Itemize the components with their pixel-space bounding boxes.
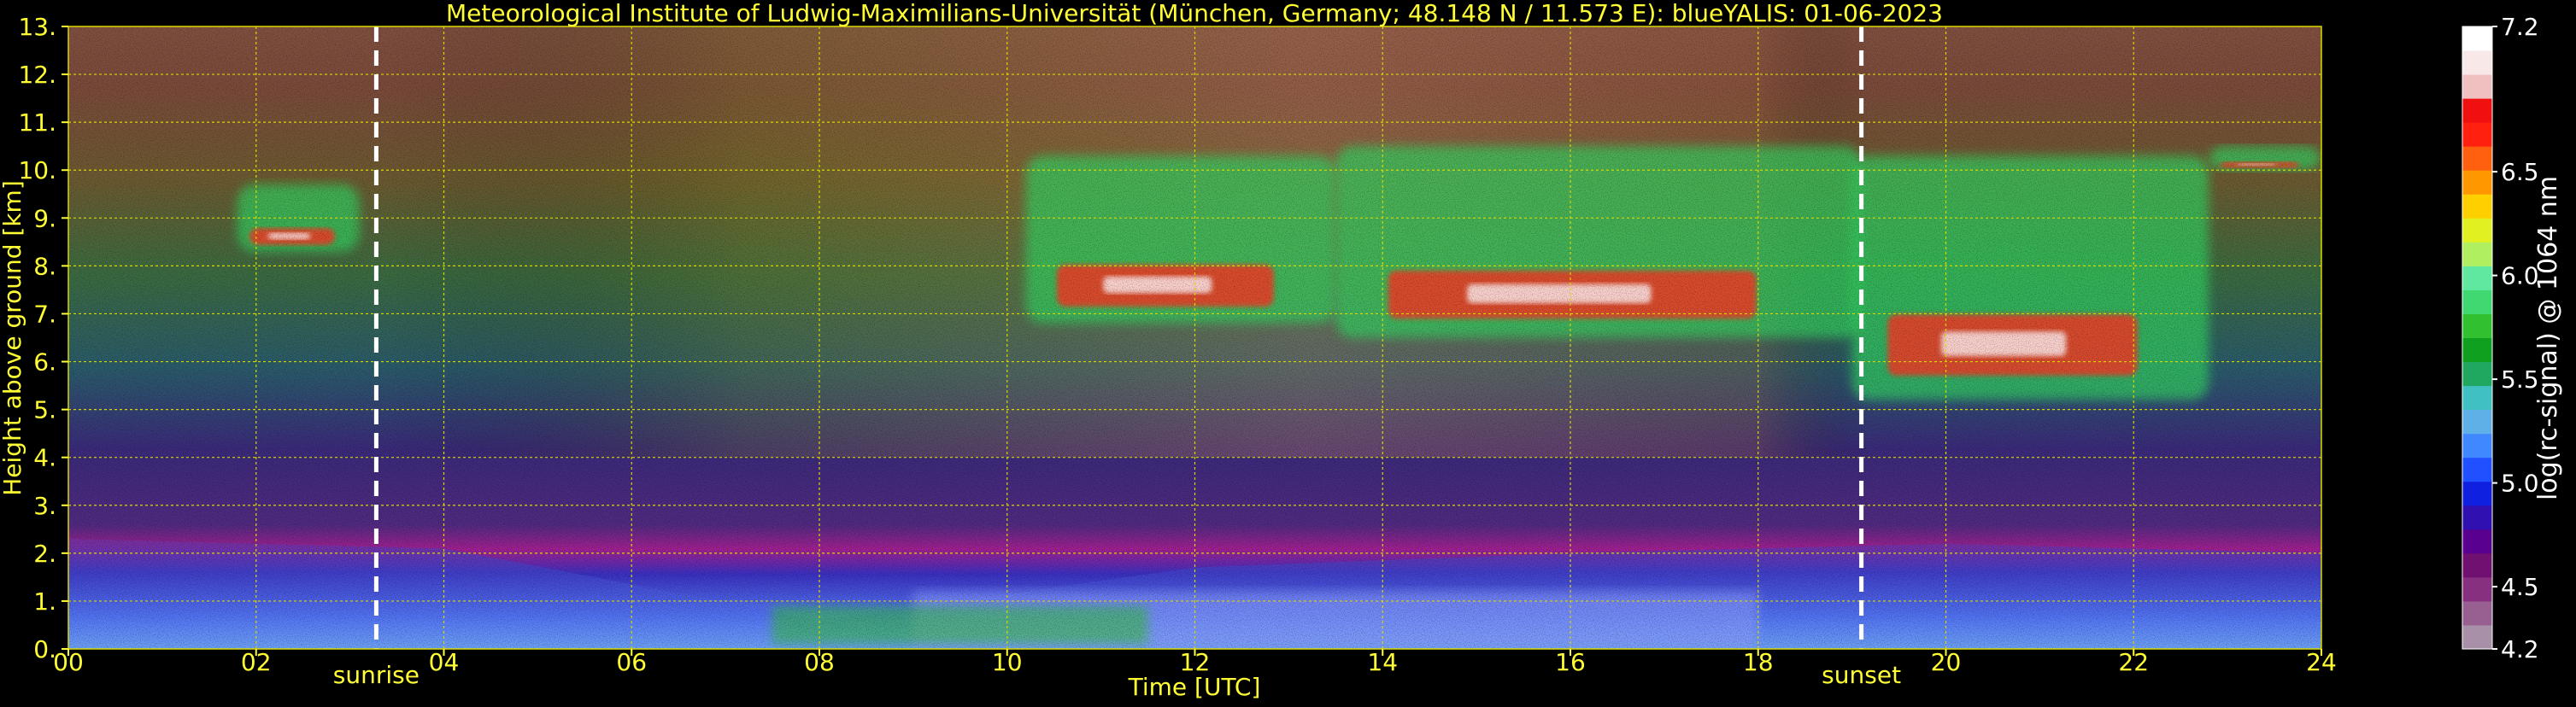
colorbar-segment — [2462, 552, 2492, 578]
colorbar-tick-label: 4.5 — [2501, 573, 2539, 601]
colorbar-segment — [2462, 26, 2492, 51]
y-tick-label: 7. — [33, 300, 56, 328]
y-tick-label: 4. — [33, 444, 56, 472]
colorbar-segment — [2462, 505, 2492, 530]
x-tick-label: 20 — [1931, 648, 1962, 676]
colorbar: 4.24.55.05.56.06.57.2 — [2462, 13, 2539, 663]
y-tick-label: 0. — [33, 635, 56, 663]
y-axis-label: Height above ground [km] — [0, 180, 26, 496]
colorbar-segment — [2462, 624, 2492, 650]
y-tick-label: 8. — [33, 252, 56, 280]
y-tick-label: 5. — [33, 396, 56, 424]
x-tick-label: 08 — [804, 648, 835, 676]
colorbar-segment — [2462, 170, 2492, 195]
y-tick-label: 13. — [18, 13, 56, 41]
colorbar-segment — [2462, 481, 2492, 506]
x-tick-label: 02 — [241, 648, 272, 676]
colorbar-segment — [2462, 266, 2492, 290]
x-tick-label: 10 — [992, 648, 1023, 676]
colorbar-segment — [2462, 50, 2492, 75]
colorbar-segment — [2462, 218, 2492, 242]
colorbar-segment — [2462, 194, 2492, 219]
lidar-chart: sunrise sunset 00 02 04 06 08 10 12 14 16 18 20 22 24… — [0, 0, 2576, 704]
x-tick-label: 24 — [2306, 648, 2337, 676]
colorbar-segment — [2462, 433, 2492, 459]
colorbar-tick-label: 7.2 — [2501, 13, 2539, 41]
y-tick-label: 2. — [33, 540, 56, 568]
colorbar-segment — [2462, 74, 2492, 99]
colorbar-segment — [2462, 337, 2492, 363]
colorbar-segment — [2462, 529, 2492, 554]
colorbar-segment — [2462, 313, 2492, 338]
colorbar-segment — [2462, 600, 2492, 626]
y-tick-label: 12. — [18, 61, 56, 89]
x-tick-label: 18 — [1743, 648, 1774, 676]
colorbar-tick-label: 4.2 — [2501, 635, 2539, 663]
colorbar-segment — [2462, 361, 2492, 387]
x-tick-label: 16 — [1555, 648, 1586, 676]
x-tick-label: 04 — [429, 648, 460, 676]
colorbar-segment — [2462, 385, 2492, 411]
x-tick-label: 06 — [616, 648, 647, 676]
y-tick-label: 3. — [33, 492, 56, 520]
y-tick-label: 11. — [18, 108, 56, 137]
colorbar-segment — [2462, 122, 2492, 147]
colorbar-segment — [2462, 98, 2492, 123]
colorbar-label: log(rc-signal) @ 1064 nm — [2533, 176, 2563, 500]
colorbar-segment — [2462, 289, 2492, 314]
y-tick-label: 6. — [33, 348, 56, 377]
x-tick-label: 14 — [1367, 648, 1398, 676]
colorbar-segment — [2462, 146, 2492, 171]
x-axis-label: Time [UTC] — [1128, 673, 1261, 701]
colorbar-segment — [2462, 457, 2492, 482]
y-tick-label: 1. — [33, 587, 56, 616]
chart-title: Meteorological Institute of Ludwig-Maxim… — [446, 0, 1943, 27]
colorbar-segment — [2462, 576, 2492, 602]
x-tick-label: 22 — [2118, 648, 2149, 676]
chart-svg: sunrise sunset 00 02 04 06 08 10 12 14 16 18 20 22 24… — [0, 0, 2563, 701]
sunset-label: sunset — [1822, 661, 1901, 689]
colorbar-segment — [2462, 409, 2492, 435]
colorbar-segment — [2462, 242, 2492, 266]
y-tick-label: 9. — [33, 204, 56, 232]
x-tick-label: 00 — [53, 648, 84, 676]
sunrise-label: sunrise — [333, 661, 420, 689]
